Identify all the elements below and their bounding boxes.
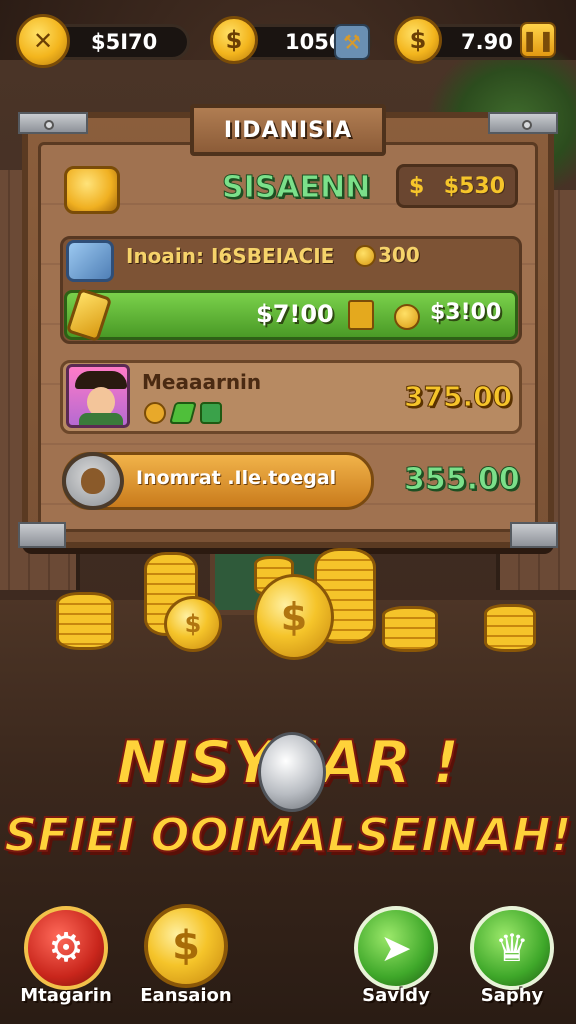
settings-label: Mtagarin bbox=[20, 985, 112, 1006]
coin-stack bbox=[56, 592, 114, 650]
panel-title: IIDANISIA bbox=[223, 117, 353, 143]
coin-bag-icon: $ bbox=[394, 16, 442, 64]
settings-button[interactable]: ⚙ bbox=[24, 906, 108, 990]
headline-line-2: SFIEI OOIMALSEINAH! bbox=[3, 807, 572, 863]
tool-icon bbox=[66, 240, 114, 282]
gear-icon: ⚙ bbox=[48, 925, 84, 971]
dollar-coin-icon: $ bbox=[210, 16, 258, 64]
metal-corner-left bbox=[18, 522, 66, 548]
coin-stack bbox=[382, 606, 438, 652]
metal-corner-right bbox=[510, 522, 558, 548]
crown-label: Saphy bbox=[480, 985, 544, 1006]
offer-2-bar-right-value: $3!00 bbox=[430, 300, 502, 325]
gem-icon bbox=[200, 402, 222, 424]
resource-3-value: 7.90 bbox=[461, 30, 513, 54]
crown-button[interactable]: ♛ bbox=[470, 906, 554, 990]
coin-stack-icon bbox=[64, 166, 120, 214]
crown-icon: ♛ bbox=[494, 926, 530, 970]
silver-coin-icon bbox=[258, 732, 326, 812]
big-gold-coin: $ bbox=[254, 574, 334, 660]
gold-trophy-icon bbox=[348, 300, 374, 330]
coins-button[interactable]: $ bbox=[144, 904, 228, 988]
offer-3-name: Meaaarnin bbox=[142, 370, 262, 394]
dollar-icon: $ bbox=[409, 173, 425, 199]
offer-3-item-icons bbox=[144, 402, 222, 424]
coin-stack bbox=[484, 604, 536, 652]
crossed-tools-icon[interactable]: ✕ bbox=[16, 14, 70, 68]
gold-coin: $ bbox=[164, 596, 222, 652]
offer-2-label: Inoain: I6SBEIACIE bbox=[126, 244, 335, 268]
cowboy-avatar bbox=[66, 364, 130, 428]
coins-label: Eansaion bbox=[140, 985, 232, 1006]
offer-3-price: 375.00 bbox=[403, 380, 513, 414]
rivet bbox=[522, 120, 532, 130]
offer-1-title: SISAENN bbox=[221, 170, 371, 206]
paper-plane-icon: ➤ bbox=[380, 926, 412, 970]
offer-4-label: Inomrat .Ile.toegal bbox=[136, 467, 337, 489]
rivet bbox=[44, 120, 54, 130]
top-resource-bar: $5I70 ✕ 1050 $ ⚒ 7.90 $ ❚❚ bbox=[0, 0, 576, 80]
offer-2-bar-left-value: $7!00 bbox=[256, 300, 334, 328]
hammer-icon[interactable]: ⚒ bbox=[334, 24, 370, 60]
pause-icon[interactable]: ❚❚ bbox=[520, 22, 556, 58]
panel-title-sign: IIDANISIA bbox=[190, 104, 386, 156]
coin-icon bbox=[144, 402, 166, 424]
send-label: Savldy bbox=[362, 985, 430, 1006]
resource-1-value: $5I70 bbox=[91, 30, 158, 54]
send-button[interactable]: ➤ bbox=[354, 906, 438, 990]
gold-coin-icon: $ bbox=[172, 923, 200, 969]
offer-1-price: $530 bbox=[443, 173, 505, 199]
coin-icon bbox=[354, 245, 376, 267]
leaf-icon bbox=[169, 402, 197, 424]
money-bag-icon bbox=[62, 452, 124, 510]
coin-icon bbox=[394, 304, 420, 330]
offer-2-cost: 300 bbox=[378, 243, 420, 267]
offer-1-price-box[interactable]: $ $530 bbox=[396, 164, 518, 208]
offer-4-price: 355.00 bbox=[404, 462, 521, 498]
